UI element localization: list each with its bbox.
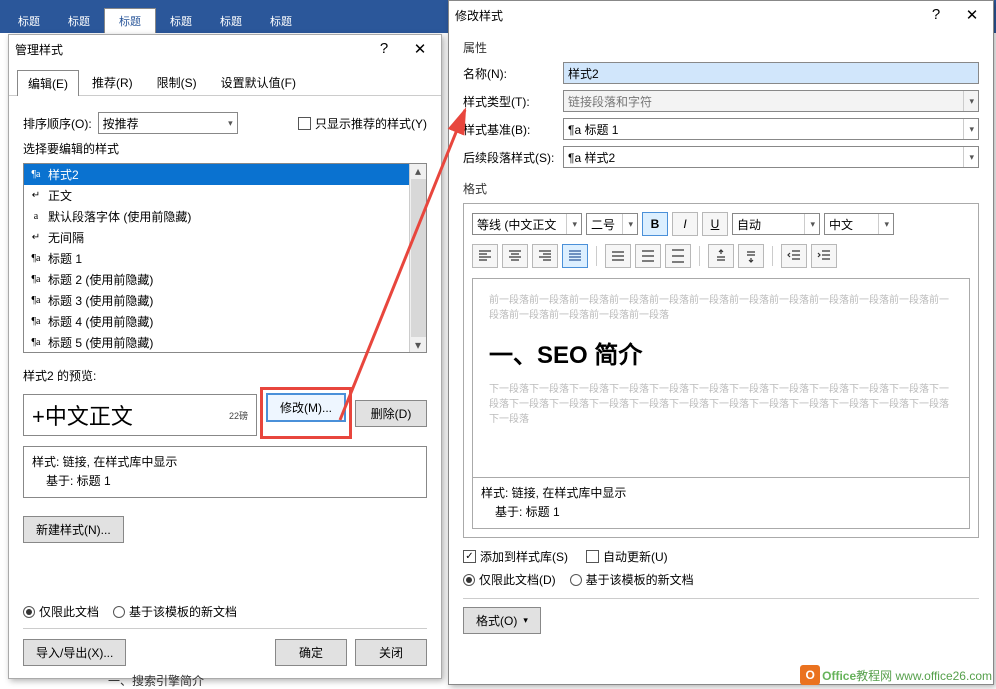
format-toolbar: 等线 (中文正文▾ 二号▾ B I U 自动▾ 中文▾ (472, 212, 970, 236)
preview-text: +中文正文 (32, 399, 133, 431)
tab-defaults[interactable]: 设置默认值(F) (210, 69, 307, 95)
align-right-button[interactable] (532, 244, 558, 268)
ribbon-tab[interactable]: 标题 (156, 9, 206, 33)
tab-restrict[interactable]: 限制(S) (146, 69, 208, 95)
auto-update-checkbox[interactable]: 自动更新(U) (586, 548, 668, 565)
chevron-down-icon: ▾ (523, 615, 528, 626)
sample-heading: 一、SEO 简介 (489, 335, 953, 370)
sort-label: 排序顺序(O): (23, 115, 92, 132)
import-export-button[interactable]: 导入/导出(X)... (23, 639, 126, 666)
sample-preview: 前一段落前一段落前一段落前一段落前一段落前一段落前一段落前一段落前一段落前一段落… (472, 278, 970, 478)
list-item: ¶a标题 4 (使用前隐藏) (24, 311, 426, 332)
base-select[interactable]: ¶a 标题 1▾ (563, 118, 979, 140)
spacing-1-button[interactable] (605, 244, 631, 268)
titlebar: 修改样式 ? ✕ (449, 1, 993, 29)
dialog-tabs: 编辑(E) 推荐(R) 限制(S) 设置默认值(F) (9, 63, 441, 96)
ribbon-tab[interactable]: 标题 (206, 9, 256, 33)
align-center-button[interactable] (502, 244, 528, 268)
list-item: ¶a标题 3 (使用前隐藏) (24, 290, 426, 311)
type-select: 链接段落和字符▾ (563, 90, 979, 112)
preview-box: +中文正文 22磅 (23, 394, 257, 436)
scrollbar[interactable]: ▴▾ (409, 164, 426, 352)
new-style-button[interactable]: 新建样式(N)... (23, 516, 124, 543)
font-face-select[interactable]: 等线 (中文正文▾ (472, 213, 582, 235)
chevron-down-icon: ▾ (963, 119, 974, 139)
ribbon-tab[interactable]: 标题 (54, 9, 104, 33)
next-select[interactable]: ¶a 样式2▾ (563, 146, 979, 168)
radio-this-doc[interactable]: 仅限此文档 (23, 603, 99, 620)
preview-label: 样式2 的预览: (23, 367, 96, 384)
radio-template[interactable]: 基于该模板的新文档 (113, 603, 237, 620)
indent-decrease-button[interactable] (781, 244, 807, 268)
chevron-down-icon: ▾ (963, 91, 974, 111)
bold-button[interactable]: B (642, 212, 668, 236)
description-box: 样式: 链接, 在样式库中显示 基于: 标题 1 (23, 446, 427, 498)
dialog-title: 修改样式 (455, 7, 503, 24)
name-input[interactable]: 样式2 (563, 62, 979, 84)
chevron-down-icon: ▾ (963, 147, 974, 167)
space-after-button[interactable] (738, 244, 764, 268)
tab-recommend[interactable]: 推荐(R) (81, 69, 144, 95)
tab-edit[interactable]: 编辑(E) (17, 70, 79, 96)
next-label: 后续段落样式(S): (463, 149, 563, 166)
spacing-2-button[interactable] (665, 244, 691, 268)
format-menu-button[interactable]: 格式(O)▾ (463, 607, 541, 634)
font-size-select[interactable]: 二号▾ (586, 213, 638, 235)
name-label: 名称(N): (463, 65, 563, 82)
align-justify-button[interactable] (562, 244, 588, 268)
help-icon[interactable]: ? (921, 6, 951, 24)
delete-button[interactable]: 删除(D) (355, 400, 427, 427)
watermark: OOffice教程网 www.office26.com (800, 665, 992, 685)
spacing-1.5-button[interactable] (635, 244, 661, 268)
dialog-title: 管理样式 (15, 41, 63, 58)
only-recommended-checkbox[interactable]: 只显示推荐的样式(Y) (298, 115, 427, 132)
sort-select[interactable]: 按推荐▾ (98, 112, 238, 134)
document-text: 一、搜索引擎简介 (108, 672, 204, 689)
add-to-gallery-checkbox[interactable]: ✓添加到样式库(S) (463, 548, 568, 565)
base-label: 样式基准(B): (463, 121, 563, 138)
format-section: 格式 (463, 180, 979, 197)
radio-template[interactable]: 基于该模板的新文档 (570, 571, 694, 588)
italic-button[interactable]: I (672, 212, 698, 236)
description-box: 样式: 链接, 在样式库中显示 基于: 标题 1 (472, 478, 970, 529)
space-before-button[interactable] (708, 244, 734, 268)
cancel-button[interactable]: 关闭 (355, 639, 427, 666)
help-icon[interactable]: ? (369, 40, 399, 58)
style-listbox[interactable]: ¶a样式2 ↵正文 a默认段落字体 (使用前隐藏) ↵无间隔 ¶a标题 1 ¶a… (23, 163, 427, 353)
indent-increase-button[interactable] (811, 244, 837, 268)
list-item: ¶a标题 1 (24, 248, 426, 269)
close-icon[interactable]: ✕ (957, 6, 987, 24)
list-item: ↵正文 (24, 185, 426, 206)
list-item: ¶a样式2 (24, 164, 426, 185)
list-item: ¶a标题 2 (使用前隐藏) (24, 269, 426, 290)
chevron-down-icon: ▾ (228, 118, 233, 129)
titlebar: 管理样式 ? ✕ (9, 35, 441, 63)
close-icon[interactable]: ✕ (405, 40, 435, 58)
list-item: a默认段落字体 (使用前隐藏) (24, 206, 426, 227)
type-label: 样式类型(T): (463, 93, 563, 110)
props-section: 属性 (463, 39, 979, 56)
modify-style-dialog: 修改样式 ? ✕ 属性 名称(N): 样式2 样式类型(T): 链接段落和字符▾… (448, 0, 994, 685)
underline-button[interactable]: U (702, 212, 728, 236)
list-item: ↵无间隔 (24, 227, 426, 248)
ribbon-tab[interactable]: 标题 (256, 9, 306, 33)
align-left-button[interactable] (472, 244, 498, 268)
ok-button[interactable]: 确定 (275, 639, 347, 666)
lang-select[interactable]: 中文▾ (824, 213, 894, 235)
ribbon-tab[interactable]: 标题 (4, 9, 54, 33)
manage-styles-dialog: 管理样式 ? ✕ 编辑(E) 推荐(R) 限制(S) 设置默认值(F) 排序顺序… (8, 34, 442, 679)
font-color-select[interactable]: 自动▾ (732, 213, 820, 235)
radio-this-doc[interactable]: 仅限此文档(D) (463, 571, 556, 588)
choose-label: 选择要编辑的样式 (23, 140, 119, 157)
preview-size: 22磅 (229, 409, 248, 422)
ribbon-tab[interactable]: 标题 (104, 8, 156, 33)
list-item: ¶a标题 5 (使用前隐藏) (24, 332, 426, 353)
modify-button[interactable]: 修改(M)... (266, 393, 346, 422)
